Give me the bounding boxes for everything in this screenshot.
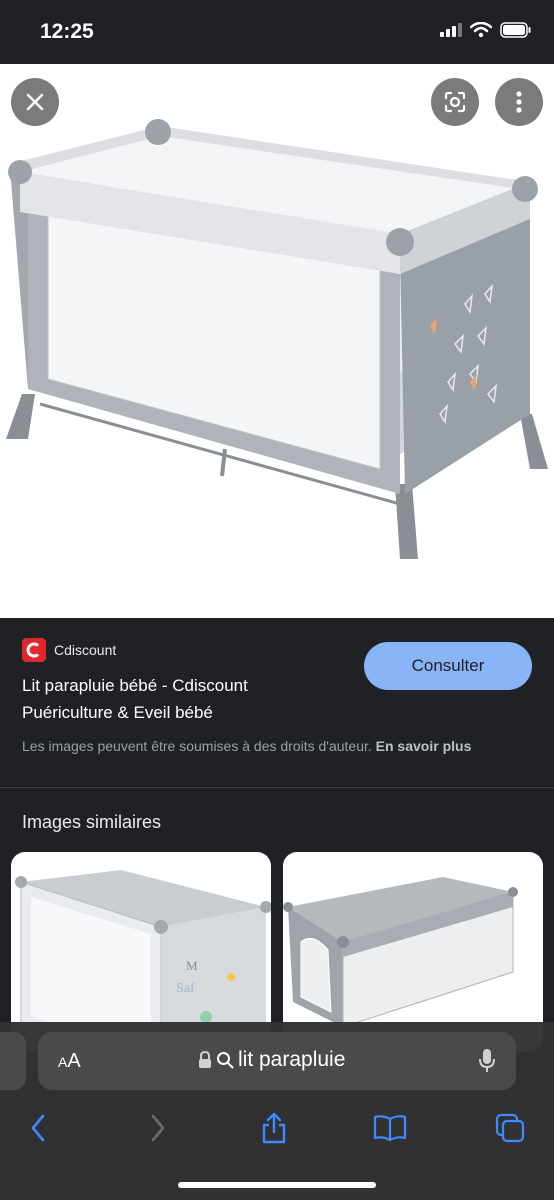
- status-icons: [440, 22, 532, 38]
- aa-big: A: [67, 1050, 81, 1072]
- more-options-button[interactable]: [495, 78, 543, 126]
- url-display[interactable]: lit parapluie: [198, 1048, 345, 1072]
- svg-text:M: M: [186, 958, 198, 973]
- close-button[interactable]: [11, 78, 59, 126]
- cdiscount-logo-icon: [22, 638, 46, 662]
- previous-tab-preview[interactable]: [0, 1032, 26, 1090]
- chevron-left-icon: [31, 1114, 45, 1142]
- source-name: Cdiscount: [54, 642, 117, 658]
- copyright-notice: Les images peuvent être soumises à des d…: [22, 736, 534, 756]
- travel-cot-image: [6, 119, 548, 559]
- svg-text:Saf: Saf: [176, 981, 195, 996]
- address-bar[interactable]: AA lit parapluie: [38, 1032, 516, 1090]
- status-time: 12:25: [40, 20, 94, 43]
- microphone-icon: [479, 1049, 495, 1072]
- wifi-icon: [470, 22, 492, 38]
- result-panel: Cdiscount Lit parapluie bébé - Cdiscount…: [0, 618, 554, 788]
- share-button[interactable]: [254, 1108, 294, 1148]
- home-indicator[interactable]: [178, 1182, 376, 1188]
- chevron-right-icon: [151, 1114, 165, 1142]
- battery-icon: [500, 22, 531, 38]
- bookmarks-button[interactable]: [370, 1108, 410, 1148]
- url-query: lit parapluie: [238, 1048, 346, 1071]
- aa-small: A: [58, 1054, 68, 1070]
- product-image[interactable]: [0, 64, 554, 618]
- close-icon: [26, 93, 44, 111]
- cellular-signal-icon: [440, 23, 462, 37]
- similar-images-title: Images similaires: [22, 812, 162, 832]
- copyright-text: Les images peuvent être soumises à des d…: [22, 738, 372, 754]
- lens-button[interactable]: [431, 78, 479, 126]
- share-icon: [262, 1112, 286, 1144]
- divider: [0, 787, 554, 788]
- cdiscount-favicon: [22, 638, 46, 662]
- reader-settings-button[interactable]: AA: [58, 1050, 81, 1073]
- forward-button[interactable]: [138, 1108, 178, 1148]
- browser-bar: AA lit parapluie: [0, 1022, 554, 1200]
- source-row[interactable]: Cdiscount: [22, 638, 116, 662]
- browser-toolbar: [0, 1108, 554, 1148]
- learn-more-link[interactable]: En savoir plus: [376, 738, 472, 754]
- search-icon: [217, 1052, 234, 1069]
- status-bar: 12:25: [0, 0, 554, 64]
- result-title[interactable]: Lit parapluie bébé - Cdiscount Puéricult…: [22, 672, 342, 726]
- tabs-button[interactable]: [490, 1108, 530, 1148]
- lock-icon: [199, 1051, 211, 1068]
- lens-icon: [444, 91, 466, 113]
- more-vert-icon: [516, 91, 522, 113]
- microphone-button[interactable]: [478, 1048, 496, 1079]
- consult-button[interactable]: Consulter: [364, 642, 532, 690]
- back-button[interactable]: [18, 1108, 58, 1148]
- book-icon: [373, 1115, 407, 1141]
- tabs-icon: [495, 1113, 525, 1143]
